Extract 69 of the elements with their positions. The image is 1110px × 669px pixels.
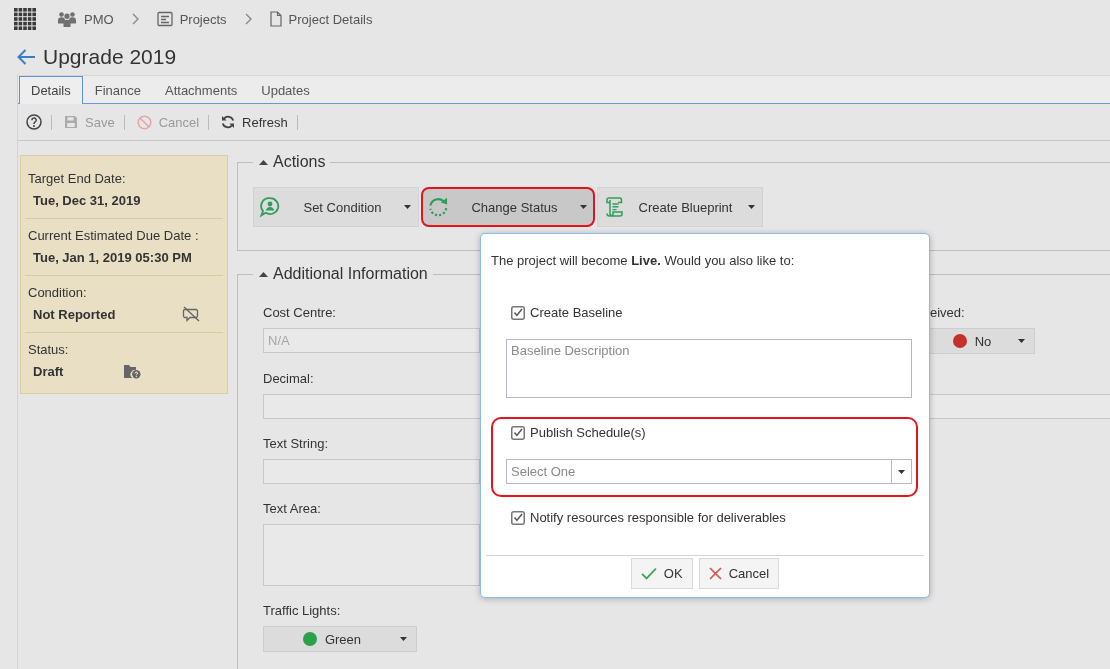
breadcrumb-link[interactable]: Project Details bbox=[269, 11, 373, 27]
field-label: Text String: bbox=[263, 435, 329, 453]
dialog-message: The project will become Live. Would you also like to: bbox=[491, 252, 796, 270]
checkbox[interactable] bbox=[511, 306, 525, 320]
save-icon bbox=[64, 115, 78, 129]
caret-icon bbox=[580, 205, 587, 209]
scroll-icon bbox=[603, 196, 623, 218]
description-field[interactable]: Baseline Description bbox=[506, 339, 912, 398]
no-comment-icon bbox=[182, 306, 200, 322]
help-icon bbox=[26, 114, 42, 130]
field-label: Decimal: bbox=[263, 370, 314, 388]
folder-question-icon bbox=[123, 363, 141, 379]
checkbox[interactable] bbox=[511, 426, 525, 440]
page-title: Upgrade 2019 bbox=[43, 43, 177, 70]
field-value: Draft bbox=[33, 363, 65, 379]
document-icon bbox=[269, 11, 282, 27]
people-icon bbox=[57, 11, 77, 27]
field-value: Not Reported bbox=[33, 306, 116, 322]
section-title: Actions bbox=[273, 152, 326, 172]
caret-icon bbox=[1018, 339, 1025, 343]
action-menu-button[interactable]: Change Status bbox=[421, 187, 595, 227]
caret-icon bbox=[748, 205, 755, 209]
text-field[interactable] bbox=[263, 459, 480, 484]
tab[interactable]: Updates bbox=[249, 76, 322, 104]
help-button[interactable] bbox=[26, 114, 42, 130]
tab[interactable]: Finance bbox=[82, 76, 153, 104]
checkbox-label: Notify resources responsible for deliverables bbox=[530, 509, 786, 527]
field-label: Status: bbox=[28, 341, 69, 359]
field-label: Traffic Lights: bbox=[263, 602, 341, 620]
action-menu-button[interactable]: Set Condition bbox=[253, 187, 419, 227]
list-icon bbox=[156, 11, 173, 27]
text-area-field[interactable] bbox=[263, 524, 480, 586]
checkbox-label: Publish Schedule(s) bbox=[530, 424, 646, 442]
field-value: Tue, Jan 1, 2019 05:30 PM bbox=[33, 249, 192, 265]
prohibited-icon bbox=[136, 114, 152, 130]
chat-person-icon bbox=[259, 196, 281, 218]
dropdown[interactable]: Select One bbox=[506, 459, 912, 484]
field-label: eived: bbox=[929, 304, 965, 322]
caret-icon bbox=[404, 205, 411, 209]
dropdown[interactable]: Green bbox=[263, 626, 417, 652]
check-icon bbox=[640, 567, 657, 580]
section-title: Additional Information bbox=[273, 264, 428, 284]
field-label: Condition: bbox=[28, 284, 87, 302]
caret-icon bbox=[400, 637, 407, 641]
breadcrumb-link[interactable]: PMO bbox=[57, 11, 114, 27]
circular-arrow-icon bbox=[427, 196, 449, 218]
action-menu-button[interactable]: Create Blueprint bbox=[597, 187, 763, 227]
grid-icon[interactable] bbox=[14, 8, 36, 30]
checkbox-label: Create Baseline bbox=[530, 304, 623, 322]
refresh-icon bbox=[221, 115, 236, 129]
back-arrow-icon[interactable] bbox=[16, 47, 36, 66]
caret-icon bbox=[898, 469, 905, 474]
field-label: Text Area: bbox=[263, 500, 321, 518]
field-value: Tue, Dec 31, 2019 bbox=[33, 192, 141, 208]
close-icon bbox=[708, 567, 722, 580]
caret-up-icon[interactable] bbox=[259, 271, 268, 277]
field-label: Current Estimated Due Date : bbox=[28, 227, 199, 245]
field-label: Cost Centre: bbox=[263, 304, 336, 322]
refresh-button[interactable]: Refresh bbox=[221, 114, 288, 130]
caret-up-icon[interactable] bbox=[259, 159, 268, 165]
chevron-icon bbox=[244, 13, 252, 25]
chevron-icon bbox=[131, 13, 139, 25]
breadcrumb-link[interactable]: Projects bbox=[156, 11, 227, 27]
checkbox[interactable] bbox=[511, 511, 525, 525]
tab[interactable]: Details bbox=[19, 76, 83, 104]
field-label: Target End Date: bbox=[28, 170, 126, 188]
cancel-button[interactable]: Cancel bbox=[698, 558, 780, 589]
tab[interactable]: Attachments bbox=[153, 76, 250, 104]
ok-button[interactable]: OK bbox=[630, 558, 693, 589]
